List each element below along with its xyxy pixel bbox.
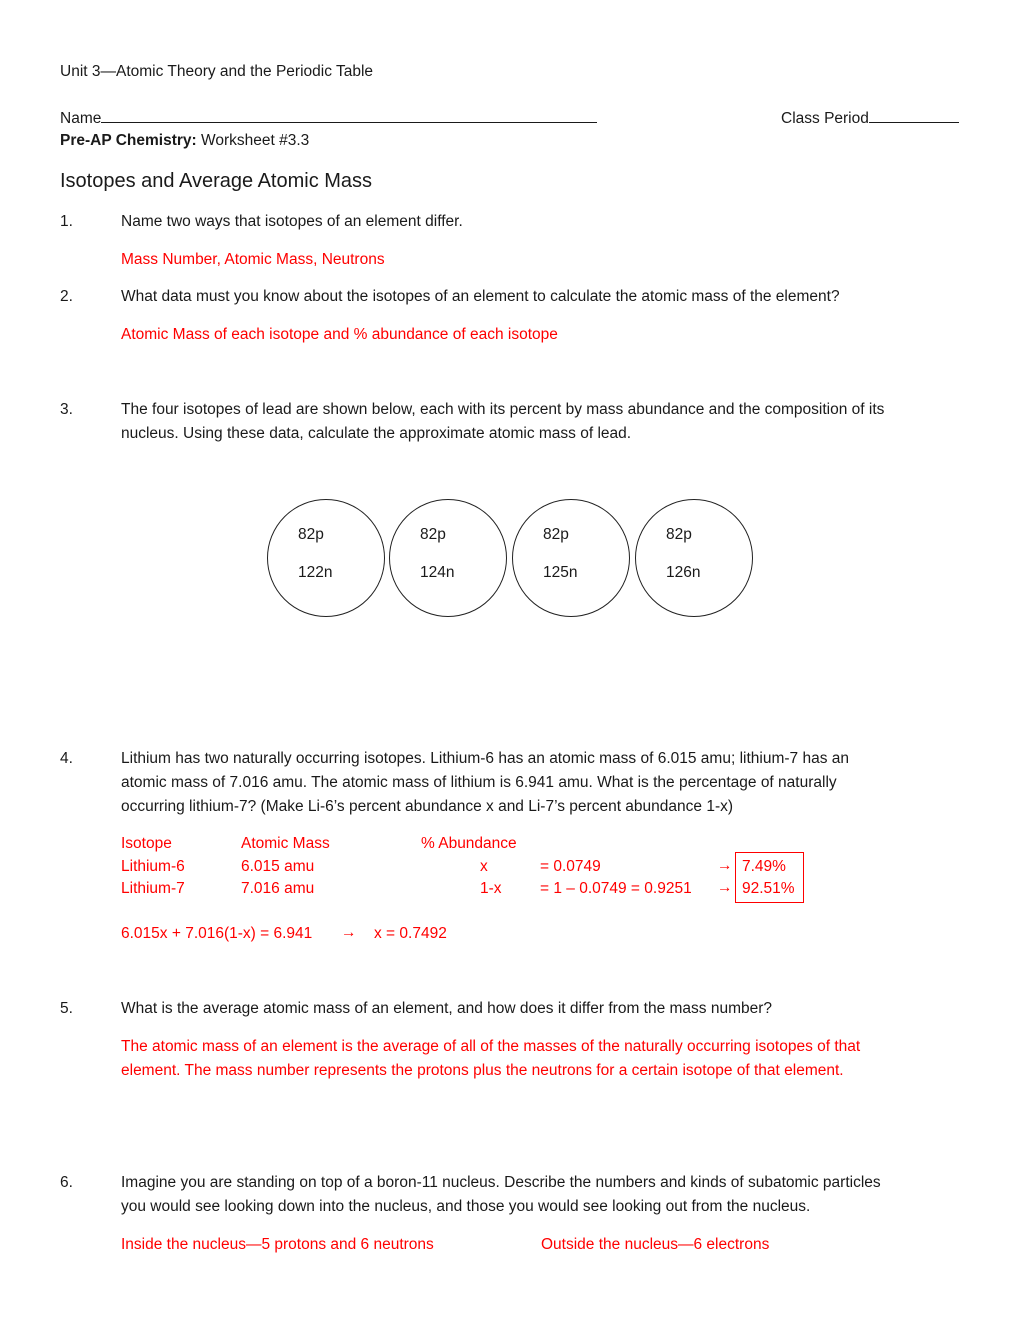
question-number: 2.: [60, 288, 73, 305]
name-field[interactable]: Name: [60, 108, 598, 128]
answer-text-line: element. The mass number represents the …: [121, 1062, 844, 1079]
table-header-abundance: % Abundance: [421, 835, 517, 852]
question-text: What data must you know about the isotop…: [121, 288, 840, 305]
question-number: 3.: [60, 401, 73, 418]
question-text-line: The four isotopes of lead are shown belo…: [121, 401, 885, 418]
proton-count: 82p: [543, 526, 569, 543]
worksheet-number: Worksheet #3.3: [196, 132, 310, 149]
question-number: 5.: [60, 1000, 73, 1017]
equation: 6.015x + 7.016(1-x) = 6.941: [121, 925, 313, 942]
question-number: 1.: [60, 213, 73, 230]
proton-count: 82p: [420, 526, 446, 543]
table-header-atomic-mass: Atomic Mass: [241, 835, 330, 852]
table-cell-abundance: x: [480, 858, 488, 875]
neutron-count: 126n: [666, 564, 701, 581]
question-text-line: atomic mass of 7.016 amu. The atomic mas…: [121, 774, 837, 791]
neutron-count: 122n: [298, 564, 333, 581]
isotope-nucleus-circle: 82p 124n: [389, 499, 507, 617]
result-highlight-box: [735, 852, 804, 903]
isotope-nucleus-circle: 82p 125n: [512, 499, 630, 617]
question-text-line: nucleus. Using these data, calculate the…: [121, 425, 632, 442]
table-cell-mass: 7.016 amu: [241, 880, 315, 897]
page-title: Isotopes and Average Atomic Mass: [60, 170, 373, 192]
name-label: Name: [60, 110, 102, 127]
table-cell-abundance: 1-x: [480, 880, 502, 897]
course-name: Pre-AP Chemistry:: [60, 132, 197, 149]
arrow-right-icon: →: [341, 924, 357, 941]
proton-count: 82p: [666, 526, 692, 543]
answer-outside-nucleus: Outside the nucleus—6 electrons: [541, 1236, 770, 1253]
unit-header: Unit 3—Atomic Theory and the Periodic Ta…: [60, 63, 374, 80]
course-line: Pre-AP Chemistry: Worksheet #3.3: [60, 132, 309, 150]
arrow-right-icon: →: [717, 857, 733, 874]
equation-result: x = 0.7492: [374, 925, 447, 942]
arrow-right-icon: →: [717, 879, 733, 896]
answer-text: Mass Number, Atomic Mass, Neutrons: [121, 251, 385, 268]
class-period-label: Class Period: [781, 110, 869, 127]
answer-inside-nucleus: Inside the nucleus—5 protons and 6 neutr…: [121, 1236, 434, 1253]
question-text-line: you would see looking down into the nucl…: [121, 1198, 811, 1215]
table-cell-isotope: Lithium-7: [121, 880, 185, 897]
neutron-count: 124n: [420, 564, 455, 581]
table-cell-calc: = 1 – 0.0749 = 0.9251: [540, 880, 692, 897]
question-text: What is the average atomic mass of an el…: [121, 1000, 773, 1017]
neutron-count: 125n: [543, 564, 578, 581]
answer-text: Atomic Mass of each isotope and % abunda…: [121, 326, 558, 343]
question-text-line: Imagine you are standing on top of a bor…: [121, 1174, 881, 1191]
question-number: 6.: [60, 1174, 73, 1191]
question-text-line: occurring lithium-7? (Make Li-6’s percen…: [121, 798, 734, 815]
class-period-field[interactable]: Class Period: [781, 108, 959, 128]
question-text: Name two ways that isotopes of an elemen…: [121, 213, 463, 230]
question-text-line: Lithium has two naturally occurring isot…: [121, 750, 849, 767]
isotope-nucleus-circle: 82p 122n: [267, 499, 385, 617]
question-number: 4.: [60, 750, 73, 767]
table-header-isotope: Isotope: [121, 835, 172, 852]
class-period-blank-line: [868, 108, 959, 123]
table-cell-isotope: Lithium-6: [121, 858, 185, 875]
table-cell-mass: 6.015 amu: [241, 858, 315, 875]
answer-text-line: The atomic mass of an element is the ave…: [121, 1038, 861, 1055]
isotope-nucleus-circle: 82p 126n: [635, 499, 753, 617]
proton-count: 82p: [298, 526, 324, 543]
table-cell-calc: = 0.0749: [540, 858, 601, 875]
name-blank-line: [101, 108, 598, 123]
